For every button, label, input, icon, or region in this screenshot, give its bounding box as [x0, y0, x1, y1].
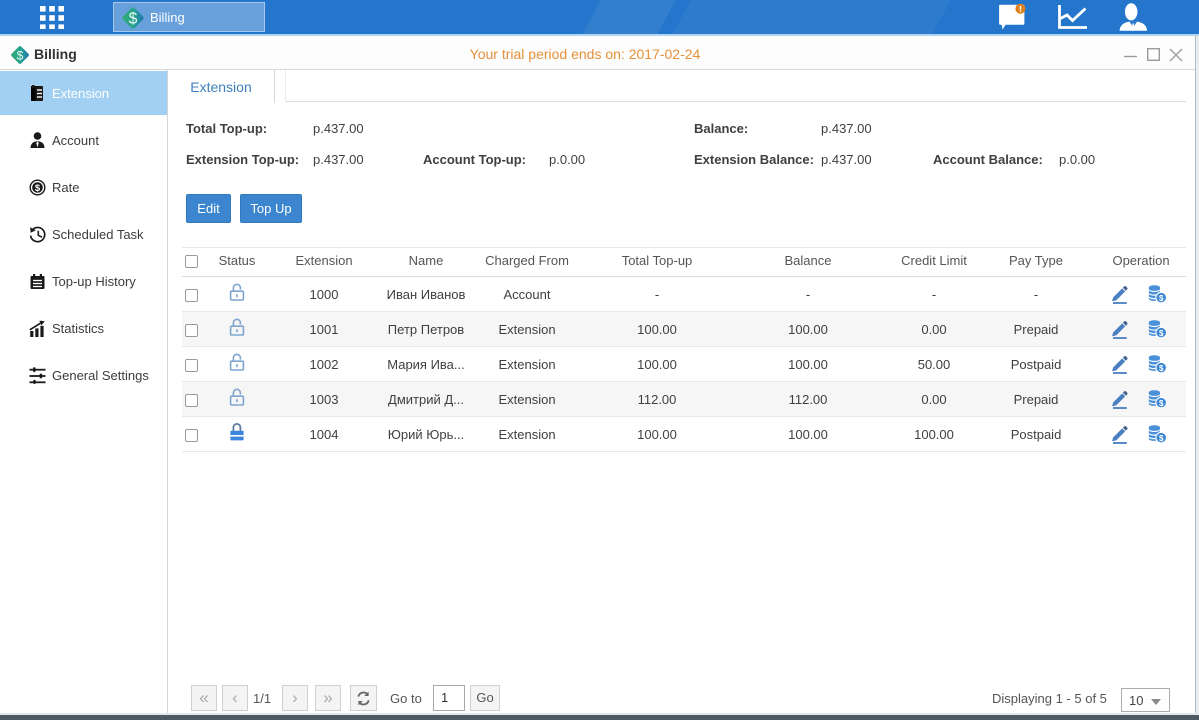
svg-text:$: $ [35, 183, 41, 194]
svg-text:$: $ [129, 11, 138, 28]
